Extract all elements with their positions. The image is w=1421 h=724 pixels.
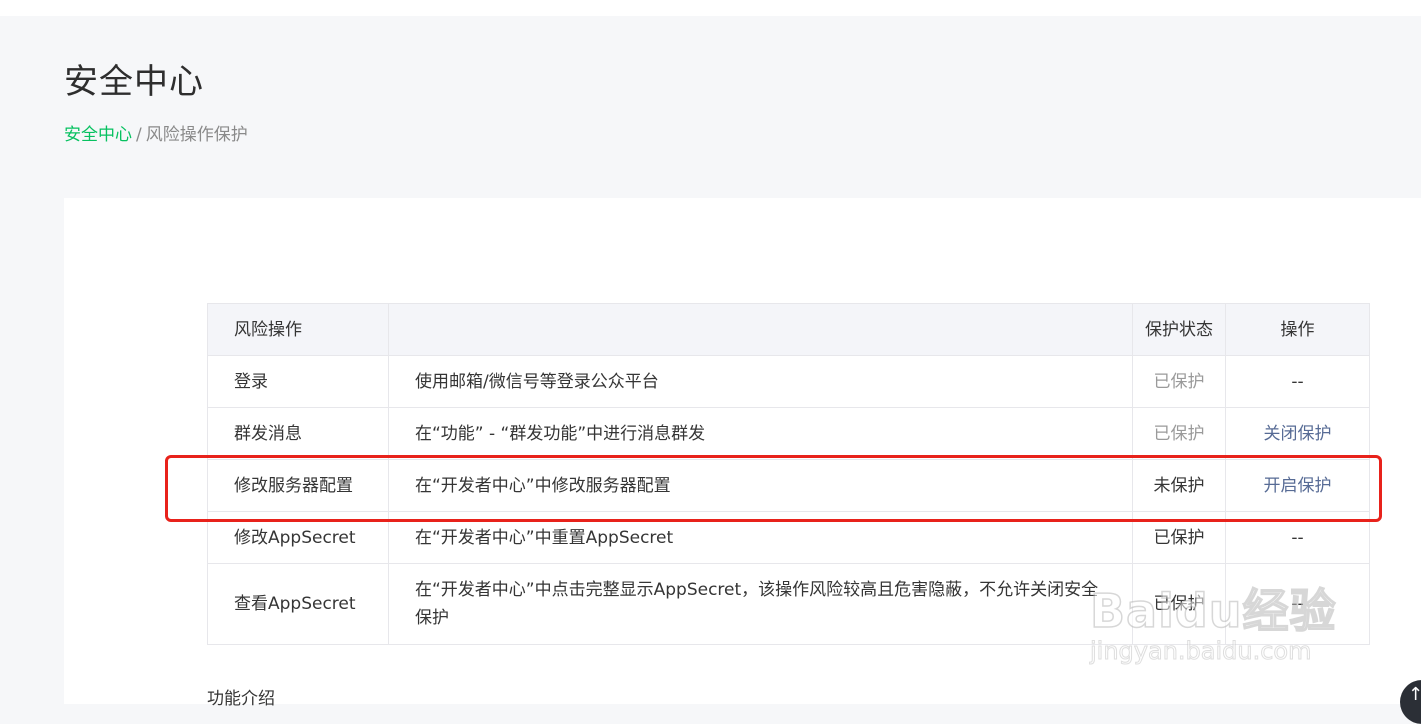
table-header-row: 风险操作 保护状态 操作 — [207, 303, 1370, 356]
row-action: -- — [1225, 355, 1370, 408]
row-description: 在“功能” - “群发功能”中进行消息群发 — [388, 407, 1133, 460]
row-operation: 群发消息 — [207, 407, 389, 460]
row-status: 已保护 — [1132, 407, 1226, 460]
top-bar — [0, 0, 1421, 16]
header-status: 保护状态 — [1132, 303, 1226, 356]
row-description: 在“开发者中心”中修改服务器配置 — [388, 459, 1133, 512]
row-status: 已保护 — [1132, 511, 1226, 564]
feature-intro-heading: 功能介绍 — [207, 689, 275, 709]
row-description: 在“开发者中心”中重置AppSecret — [388, 511, 1133, 564]
row-status: 未保护 — [1132, 459, 1226, 512]
breadcrumb-home-link[interactable]: 安全中心 — [64, 125, 132, 145]
row-operation: 登录 — [207, 355, 389, 408]
row-description: 使用邮箱/微信号等登录公众平台 — [388, 355, 1133, 408]
header-action: 操作 — [1225, 303, 1370, 356]
arrow-up-icon: ↑ — [1408, 684, 1421, 705]
breadcrumb: 安全中心 / 风险操作保护 — [64, 120, 248, 145]
risk-operation-table: 风险操作 保护状态 操作 登录 使用邮箱/微信号等登录公众平台 已保护 -- 群… — [207, 303, 1370, 645]
table-row: 查看AppSecret 在“开发者中心”中点击完整显示AppSecret，该操作… — [207, 563, 1370, 645]
row-description: 在“开发者中心”中点击完整显示AppSecret，该操作风险较高且危害隐蔽，不允… — [388, 563, 1133, 645]
table-row: 群发消息 在“功能” - “群发功能”中进行消息群发 已保护 关闭保护 — [207, 407, 1370, 460]
header-description — [388, 303, 1133, 356]
breadcrumb-separator: / — [136, 125, 142, 145]
row-operation: 修改AppSecret — [207, 511, 389, 564]
row-operation: 修改服务器配置 — [207, 459, 389, 512]
row-operation: 查看AppSecret — [207, 563, 389, 645]
content-card: 风险操作 保护状态 操作 登录 使用邮箱/微信号等登录公众平台 已保护 -- 群… — [64, 198, 1421, 704]
page-title: 安全中心 — [64, 62, 204, 102]
table-row: 修改AppSecret 在“开发者中心”中重置AppSecret 已保护 -- — [207, 511, 1370, 564]
enable-protection-link[interactable]: 开启保护 — [1264, 476, 1332, 496]
breadcrumb-current: 风险操作保护 — [145, 125, 248, 145]
table-row: 修改服务器配置 在“开发者中心”中修改服务器配置 未保护 开启保护 — [207, 459, 1370, 512]
row-status: 已保护 — [1132, 355, 1226, 408]
row-status: 已保护 — [1132, 563, 1226, 645]
row-action: -- — [1225, 563, 1370, 645]
row-action: -- — [1225, 511, 1370, 564]
table-row: 登录 使用邮箱/微信号等登录公众平台 已保护 -- — [207, 355, 1370, 408]
disable-protection-link[interactable]: 关闭保护 — [1264, 424, 1332, 444]
header-operation: 风险操作 — [207, 303, 389, 356]
